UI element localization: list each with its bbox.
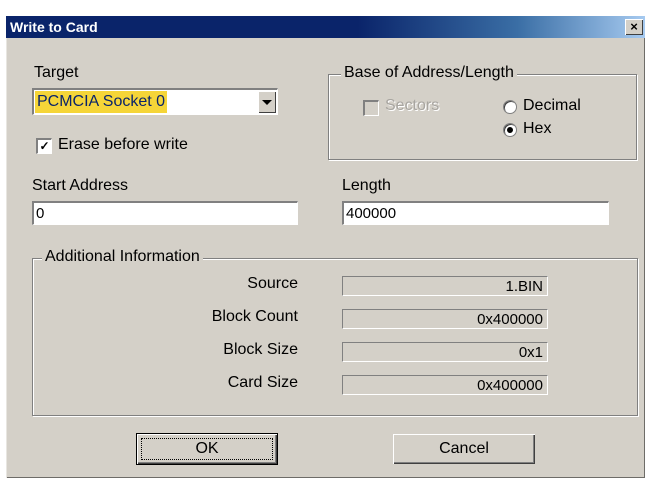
card-size-value: 0x400000 xyxy=(342,375,548,395)
target-label: Target xyxy=(34,64,79,81)
decimal-radio[interactable] xyxy=(503,100,517,114)
start-address-label: Start Address xyxy=(32,177,129,194)
title-bar[interactable]: Write to Card × xyxy=(6,16,645,38)
sectors-checkbox[interactable] xyxy=(363,100,379,116)
block-size-label: Block Size xyxy=(223,341,298,358)
write-to-card-dialog: Write to Card × Target PCMCIA Socket 0 ✓… xyxy=(6,16,645,478)
hex-label[interactable]: Hex xyxy=(523,120,551,138)
erase-label[interactable]: Erase before write xyxy=(58,136,188,154)
source-value: 1.BIN xyxy=(342,276,548,296)
cancel-button[interactable]: Cancel xyxy=(393,434,535,464)
card-size-label: Card Size xyxy=(227,374,298,391)
start-address-input[interactable]: 0 xyxy=(32,201,298,225)
decimal-label[interactable]: Decimal xyxy=(523,97,581,115)
window-title: Write to Card xyxy=(10,19,98,35)
source-label: Source xyxy=(247,275,298,292)
erase-checkbox[interactable]: ✓ xyxy=(36,138,52,154)
target-selected-value: PCMCIA Socket 0 xyxy=(35,91,168,113)
close-button[interactable]: × xyxy=(625,19,643,35)
focus-rectangle xyxy=(141,438,273,460)
base-group-title: Base of Address/Length xyxy=(341,64,517,82)
length-input[interactable]: 400000 xyxy=(342,201,609,225)
close-icon: × xyxy=(630,19,638,34)
start-address-value: 0 xyxy=(36,205,45,222)
checkmark-icon: ✓ xyxy=(39,139,50,153)
block-count-value: 0x400000 xyxy=(342,309,548,329)
info-group-title: Additional Information xyxy=(42,248,203,266)
base-groupbox xyxy=(328,74,637,160)
block-size-value: 0x1 xyxy=(342,342,548,362)
hex-radio[interactable] xyxy=(503,123,517,137)
block-count-label: Block Count xyxy=(211,308,298,325)
length-label: Length xyxy=(342,177,391,194)
ok-button[interactable]: OK xyxy=(136,433,278,465)
length-value: 400000 xyxy=(346,205,397,222)
sectors-label: Sectors xyxy=(385,97,440,114)
cancel-button-label: Cancel xyxy=(439,440,489,457)
target-combobox[interactable]: PCMCIA Socket 0 xyxy=(32,88,278,115)
chevron-down-icon xyxy=(262,99,272,105)
combo-dropdown-button[interactable] xyxy=(258,91,276,113)
radio-selected-dot xyxy=(507,127,513,133)
